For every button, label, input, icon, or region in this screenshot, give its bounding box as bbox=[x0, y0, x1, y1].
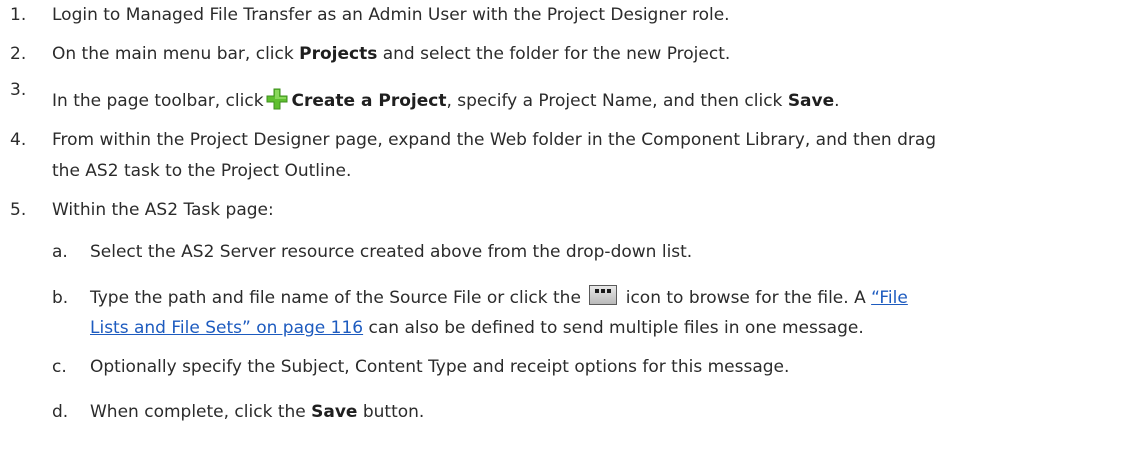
step-number: 1. bbox=[10, 5, 27, 25]
step-text-line-2: the AS2 task to the Project Outline. bbox=[52, 161, 352, 181]
step-text: Login to Managed File Transfer as an Adm… bbox=[52, 5, 730, 25]
substep-letter: c. bbox=[52, 357, 67, 377]
file-lists-link-continued[interactable]: Lists and File Sets” on page 116 bbox=[90, 318, 363, 338]
step-number: 3. bbox=[10, 80, 27, 100]
document-page: 1. Login to Managed File Transfer as an … bbox=[0, 0, 1131, 460]
step-text: In the page toolbar, click Create a Proje… bbox=[52, 86, 1125, 117]
substep-text-part: Type the path and file name of the Sourc… bbox=[90, 288, 581, 308]
step-text-part: On the main menu bar, click bbox=[52, 44, 300, 64]
substep-text-part: can also be defined to send multiple fil… bbox=[363, 318, 864, 338]
substep-text-part: button. bbox=[357, 402, 425, 422]
save-label: Save bbox=[787, 91, 835, 111]
create-project-label: Create a Project bbox=[291, 91, 447, 111]
substep-letter: d. bbox=[52, 402, 69, 422]
step-text: Within the AS2 Task page: bbox=[52, 200, 274, 220]
step-text-part: , specify a Project Name, and then click bbox=[446, 91, 788, 111]
step-number: 4. bbox=[10, 130, 27, 150]
projects-menu-label: Projects bbox=[299, 44, 378, 64]
step-text-line-1: From within the Project Designer page, e… bbox=[52, 130, 937, 150]
substep-text-line-1: Type the path and file name of the Sourc… bbox=[90, 283, 1125, 314]
step-text: On the main menu bar, click Projects and… bbox=[52, 39, 1125, 70]
step-number: 2. bbox=[10, 44, 27, 64]
substep-letter: b. bbox=[52, 288, 69, 308]
substep-letter: a. bbox=[52, 242, 68, 262]
step-text-part: and select the folder for the new Projec… bbox=[377, 44, 731, 64]
browse-icon bbox=[589, 285, 618, 305]
step-text-part: . bbox=[834, 91, 840, 111]
add-plus-icon bbox=[266, 88, 288, 110]
substep-text-part: When complete, click the bbox=[90, 402, 312, 422]
file-lists-link[interactable]: “File bbox=[871, 288, 908, 308]
step-number: 5. bbox=[10, 200, 27, 220]
substep-text: Select the AS2 Server resource created a… bbox=[90, 242, 693, 262]
substep-text: Optionally specify the Subject, Content … bbox=[90, 357, 790, 377]
substep-text: When complete, click the Save button. bbox=[90, 397, 1125, 428]
step-text-part: In the page toolbar, click bbox=[52, 91, 264, 111]
substep-text-line-2: Lists and File Sets” on page 116 can als… bbox=[90, 313, 1125, 344]
substep-text-part: icon to browse for the file. A bbox=[625, 288, 866, 308]
save-button-label: Save bbox=[311, 402, 358, 422]
